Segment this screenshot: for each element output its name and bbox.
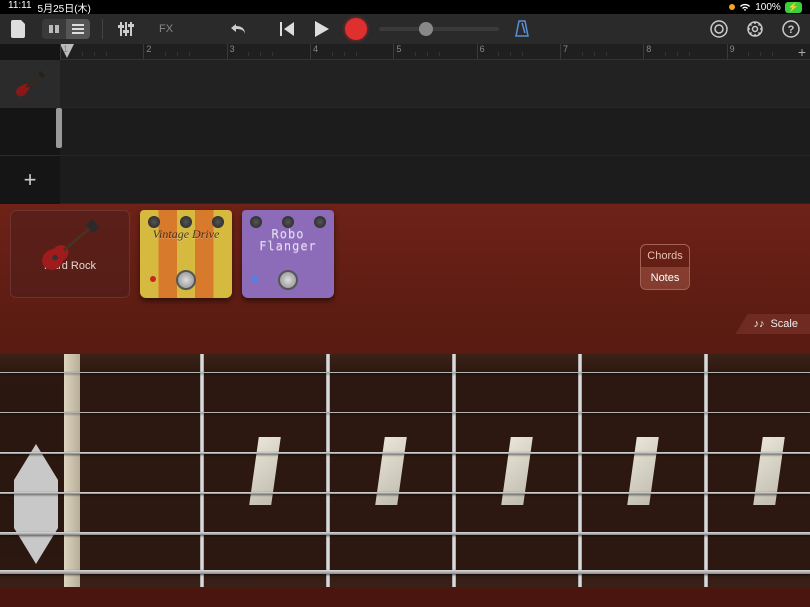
battery-percent: 100% — [755, 2, 781, 13]
battery-icon: ⚡ — [785, 2, 802, 13]
bar-marker[interactable]: 4 — [310, 44, 393, 59]
guitar-string[interactable] — [0, 372, 810, 373]
track-lane[interactable] — [60, 60, 810, 108]
guitar-string[interactable] — [0, 452, 810, 454]
pedal-vintage-drive[interactable]: Vintage Drive — [140, 210, 232, 298]
nut — [64, 354, 80, 587]
help-button[interactable]: ? — [780, 18, 802, 40]
settings-button[interactable] — [744, 18, 766, 40]
fretboard-area — [0, 334, 810, 607]
pedal-footswitch[interactable] — [278, 270, 298, 290]
loop-browser-button[interactable] — [708, 18, 730, 40]
status-date: 5月25日(木) — [38, 0, 91, 15]
play-mode-toggle[interactable]: Chords Notes — [640, 244, 690, 290]
fret-wire — [452, 354, 456, 587]
bar-marker[interactable]: 5 — [393, 44, 476, 59]
track-lanes[interactable] — [60, 60, 810, 204]
pedal-knob[interactable] — [180, 216, 192, 228]
pedal-label: Vintage Drive — [153, 228, 220, 240]
fret-inlay-icon — [501, 437, 533, 505]
notes-mode-button[interactable]: Notes — [641, 267, 689, 289]
pedal-led-icon — [150, 276, 156, 282]
pedal-footswitch[interactable] — [176, 270, 196, 290]
guitar-string[interactable] — [0, 532, 810, 535]
music-note-icon: ♪♪ — [753, 318, 764, 330]
play-button[interactable] — [311, 18, 333, 40]
pedal-robo-flanger[interactable]: Robo Flanger — [242, 210, 334, 298]
bar-marker[interactable]: 3 — [227, 44, 310, 59]
chords-mode-button[interactable]: Chords — [641, 245, 689, 267]
sound-preset-card[interactable]: Hard Rock — [10, 210, 130, 298]
record-button[interactable] — [345, 18, 367, 40]
main-toolbar: FX ? — [0, 14, 810, 44]
headstock-plate-icon — [14, 444, 58, 564]
fx-button[interactable]: FX — [155, 18, 177, 40]
pedal-knob[interactable] — [282, 216, 294, 228]
add-section-button[interactable]: + — [798, 44, 806, 60]
bar-marker[interactable]: 2 — [143, 44, 226, 59]
bar-marker[interactable]: 8 — [643, 44, 726, 59]
fret-wire — [326, 354, 330, 587]
pedal-knob[interactable] — [250, 216, 262, 228]
track-lane[interactable] — [60, 108, 810, 156]
guitar-neck[interactable] — [0, 354, 810, 587]
guitar-string[interactable] — [0, 570, 810, 574]
pedal-label: Robo Flanger — [242, 228, 334, 252]
status-time: 11:11 — [8, 0, 32, 15]
tracks-area: + — [0, 60, 810, 204]
undo-button[interactable] — [229, 18, 251, 40]
tracks-view-button[interactable] — [66, 19, 90, 39]
pedal-knob[interactable] — [314, 216, 326, 228]
recording-indicator-icon — [729, 4, 735, 10]
bar-marker[interactable]: 1 — [60, 44, 143, 59]
status-bar: 11:11 5月25日(木) 100% ⚡ — [0, 0, 810, 14]
go-to-start-button[interactable] — [277, 18, 299, 40]
svg-text:?: ? — [788, 24, 795, 36]
fret-wire — [704, 354, 708, 587]
guitar-icon — [12, 67, 47, 100]
track-header-guitar[interactable] — [0, 60, 60, 108]
master-volume-slider[interactable] — [379, 27, 499, 31]
browser-view-button[interactable] — [42, 19, 66, 39]
fret-inlay-icon — [249, 437, 281, 505]
pedal-knob[interactable] — [148, 216, 160, 228]
region-handle[interactable] — [56, 108, 62, 148]
fret-inlay-icon — [375, 437, 407, 505]
wifi-icon — [739, 2, 751, 12]
track-header-empty[interactable] — [0, 108, 60, 156]
guitar-string[interactable] — [0, 492, 810, 494]
timeline-ruler[interactable]: 1 2 3 4 5 6 7 8 9 + — [60, 44, 810, 60]
pedal-knob[interactable] — [212, 216, 224, 228]
instrument-panel: Hard Rock Vintage Drive Robo Flanger Cho… — [0, 204, 810, 334]
fret-inlay-icon — [753, 437, 785, 505]
bar-marker[interactable]: 7 — [560, 44, 643, 59]
scale-button[interactable]: ♪♪ Scale — [735, 314, 810, 334]
bar-marker[interactable]: 6 — [477, 44, 560, 59]
track-lane[interactable] — [60, 156, 810, 204]
fret-wire — [200, 354, 204, 587]
fret-inlay-icon — [627, 437, 659, 505]
view-switcher[interactable] — [42, 19, 90, 39]
guitar-string[interactable] — [0, 412, 810, 413]
track-controls-button[interactable] — [115, 18, 137, 40]
metronome-button[interactable] — [511, 18, 533, 40]
pedal-led-icon — [252, 276, 258, 282]
scale-label: Scale — [770, 318, 798, 330]
add-track-button[interactable]: + — [0, 156, 60, 204]
my-songs-button[interactable] — [8, 18, 30, 40]
fret-wire — [578, 354, 582, 587]
